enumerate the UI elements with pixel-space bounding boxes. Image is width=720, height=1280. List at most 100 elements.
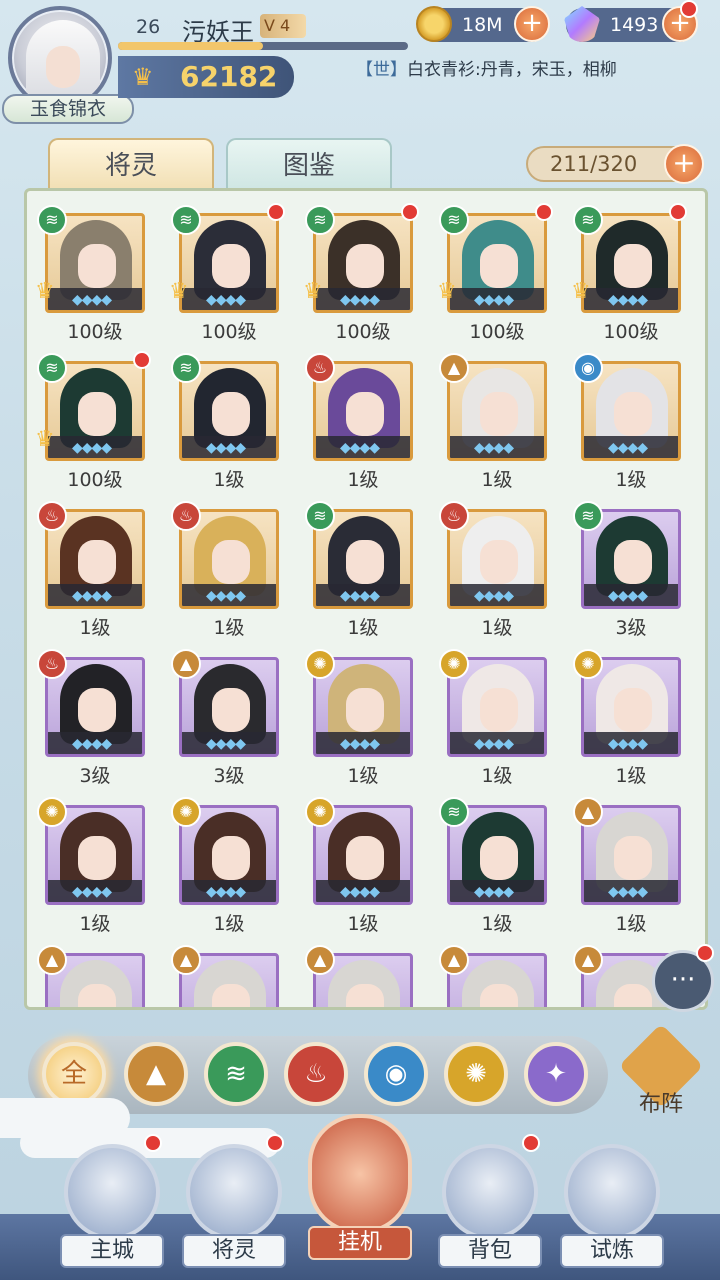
spirit-level: 1级 bbox=[213, 913, 245, 935]
player-title-badge: 玉食锦衣 bbox=[2, 94, 134, 124]
gem-resource: 1493 + bbox=[564, 6, 698, 42]
portrait-face bbox=[346, 244, 384, 288]
nav-bag[interactable]: 背包 bbox=[434, 1130, 546, 1280]
star-rating-icon: ◆◆◆◆ bbox=[206, 588, 246, 604]
nav-idle-label: 挂机 bbox=[308, 1226, 412, 1260]
light-element-icon: ✺ bbox=[573, 649, 603, 679]
coin-icon bbox=[416, 6, 452, 42]
star-band: ◆◆◆◆ bbox=[450, 288, 544, 310]
nav-spirits[interactable]: 将灵 bbox=[178, 1130, 290, 1280]
nav-trial[interactable]: 试炼 bbox=[556, 1130, 668, 1280]
fire-element-icon: ♨ bbox=[305, 353, 335, 383]
spirit-card[interactable]: ◆◆◆◆ ≋ ♛ 100级 bbox=[571, 203, 687, 345]
spirit-card[interactable]: ◆◆◆◆ ♨ 1级 bbox=[171, 501, 281, 641]
portrait-face bbox=[614, 392, 652, 436]
star-band: ◆◆◆◆ bbox=[48, 880, 142, 902]
spirit-card[interactable]: ◆◆◆◆ ✺ 1级 bbox=[305, 797, 415, 937]
earth-element-icon: ▲ bbox=[171, 945, 201, 975]
earth-element-icon: ▲ bbox=[439, 353, 469, 383]
portrait-face bbox=[78, 392, 116, 436]
star-band: ◆◆◆◆ bbox=[450, 436, 544, 458]
spirit-card[interactable]: ◆◆◆◆ ≋ ♛ 100级 bbox=[437, 203, 553, 345]
expand-capacity-button[interactable]: + bbox=[664, 144, 704, 184]
filter-all-button[interactable]: 全 bbox=[42, 1042, 106, 1106]
spirit-level: 1级 bbox=[615, 469, 647, 491]
formation-button[interactable]: 布阵 bbox=[618, 1023, 704, 1117]
capacity-counter: 211/320 + bbox=[526, 144, 704, 184]
star-rating-icon: ◆◆◆◆ bbox=[474, 736, 514, 752]
spirit-card[interactable]: ◆◆◆◆ ♨ 3级 bbox=[37, 649, 147, 789]
spirit-card[interactable]: ◆◆◆◆ ≋ ♛ 100级 bbox=[169, 203, 285, 345]
filter-shadow-button[interactable]: ✦ bbox=[524, 1042, 588, 1106]
star-band: ◆◆◆◆ bbox=[584, 584, 678, 606]
portrait-face bbox=[212, 688, 250, 732]
crown-icon: ♛ bbox=[571, 279, 591, 304]
filter-earth-button[interactable]: ▲ bbox=[124, 1042, 188, 1106]
spirit-grid-panel: ◆◆◆◆ ≋ ♛ 100级 ◆◆◆◆ ≋ ♛ 100级 ◆◆◆◆ ≋ ♛ 100级 ◆◆◆◆ ≋ ♛ 100级… bbox=[24, 188, 708, 1010]
spirit-card[interactable]: ◆◆◆◆ ✺ 1级 bbox=[171, 797, 281, 937]
combat-power-panel: ♛ 62182 bbox=[118, 56, 294, 98]
star-band: ◆◆◆◆ bbox=[48, 584, 142, 606]
nav-main-city[interactable]: 主城 bbox=[56, 1130, 168, 1280]
spirit-card[interactable]: ◆◆◆◆ ◉ 1级 bbox=[573, 353, 683, 493]
spirit-card[interactable]: ◆◆◆◆▲ bbox=[171, 945, 281, 1007]
filter-wind-button[interactable]: ≋ bbox=[204, 1042, 268, 1106]
spirit-card[interactable]: ◆◆◆◆ ≋ 1级 bbox=[305, 501, 415, 641]
star-band: ◆◆◆◆ bbox=[182, 288, 276, 310]
nav-idle[interactable]: 挂机 bbox=[304, 1114, 416, 1264]
spirit-card[interactable]: ◆◆◆◆ ▲ 1级 bbox=[439, 353, 549, 493]
portrait-face bbox=[614, 688, 652, 732]
spirit-card[interactable]: ◆◆◆◆ ✺ 1级 bbox=[305, 649, 415, 789]
spirit-card[interactable]: ◆◆◆◆ ✺ 1级 bbox=[439, 649, 549, 789]
star-rating-icon: ◆◆◆◆ bbox=[72, 884, 112, 900]
portrait-face bbox=[346, 836, 384, 880]
tab-codex[interactable]: 图鉴 bbox=[226, 138, 392, 190]
spirit-card[interactable]: ◆◆◆◆ ≋ 1级 bbox=[171, 353, 281, 493]
spirit-card[interactable]: ◆◆◆◆ ♨ 1级 bbox=[305, 353, 415, 493]
star-rating-icon: ◆◆◆◆ bbox=[340, 588, 380, 604]
star-rating-icon: ◆◆◆◆ bbox=[72, 736, 112, 752]
portrait-face bbox=[480, 540, 518, 584]
water-element-icon: ◉ bbox=[573, 353, 603, 383]
star-rating-icon: ◆◆◆◆ bbox=[608, 736, 648, 752]
nav-trial-label: 试炼 bbox=[560, 1234, 664, 1268]
vip-badge[interactable]: V 4 bbox=[260, 14, 306, 38]
nav-bag-dot bbox=[522, 1134, 540, 1152]
star-rating-icon: ◆◆◆◆ bbox=[608, 440, 648, 456]
card-notification-dot bbox=[535, 203, 553, 221]
spirit-card[interactable]: ◆◆◆◆ ≋ 1级 bbox=[439, 797, 549, 937]
star-band: ◆◆◆◆ bbox=[316, 288, 410, 310]
spirit-card[interactable]: ◆◆◆◆▲ bbox=[37, 945, 147, 1007]
spirit-card[interactable]: ◆◆◆◆ ♨ 1级 bbox=[37, 501, 147, 641]
spirit-card[interactable]: ◆◆◆◆▲ bbox=[305, 945, 415, 1007]
gem-icon bbox=[564, 6, 600, 42]
spirit-card[interactable]: ◆◆◆◆ ≋ ♛ 100级 bbox=[303, 203, 419, 345]
spirit-card[interactable]: ◆◆◆◆ ≋ ♛ 100级 bbox=[35, 205, 147, 345]
spirit-card[interactable]: ◆◆◆◆▲ bbox=[439, 945, 549, 1007]
spirit-card[interactable]: ◆◆◆◆ ▲ 1级 bbox=[573, 797, 683, 937]
portrait-face bbox=[480, 688, 518, 732]
spirit-level: 1级 bbox=[79, 913, 111, 935]
spirit-card[interactable]: ◆◆◆◆ ♨ 1级 bbox=[439, 501, 549, 641]
world-chat-ticker[interactable]: 【世】白衣青衫:丹青，宋玉，相柳 bbox=[356, 56, 686, 84]
spirit-card[interactable]: ◆◆◆◆ ✺ 1级 bbox=[573, 649, 683, 789]
spirit-card[interactable]: ◆◆◆◆ ≋ ♛ 100级 bbox=[35, 351, 151, 493]
filter-light-button[interactable]: ✺ bbox=[444, 1042, 508, 1106]
portrait-face bbox=[346, 392, 384, 436]
wind-element-icon: ≋ bbox=[37, 205, 67, 235]
filter-fire-button[interactable]: ♨ bbox=[284, 1042, 348, 1106]
star-band: ◆◆◆◆ bbox=[48, 288, 142, 310]
tab-spirits[interactable]: 将灵 bbox=[48, 138, 214, 190]
crown-icon: ♛ bbox=[132, 63, 154, 91]
star-band: ◆◆◆◆ bbox=[182, 732, 276, 754]
filter-water-button[interactable]: ◉ bbox=[364, 1042, 428, 1106]
star-rating-icon: ◆◆◆◆ bbox=[340, 440, 380, 456]
portrait-face bbox=[78, 540, 116, 584]
spirit-level: 3级 bbox=[615, 617, 647, 639]
spirit-card[interactable]: ◆◆◆◆ ▲ 3级 bbox=[171, 649, 281, 789]
add-gold-button[interactable]: + bbox=[514, 6, 550, 42]
earth-element-icon: ▲ bbox=[37, 945, 67, 975]
star-band: ◆◆◆◆ bbox=[316, 880, 410, 902]
spirit-card[interactable]: ◆◆◆◆ ≋ 3级 bbox=[573, 501, 683, 641]
spirit-card[interactable]: ◆◆◆◆ ✺ 1级 bbox=[37, 797, 147, 937]
